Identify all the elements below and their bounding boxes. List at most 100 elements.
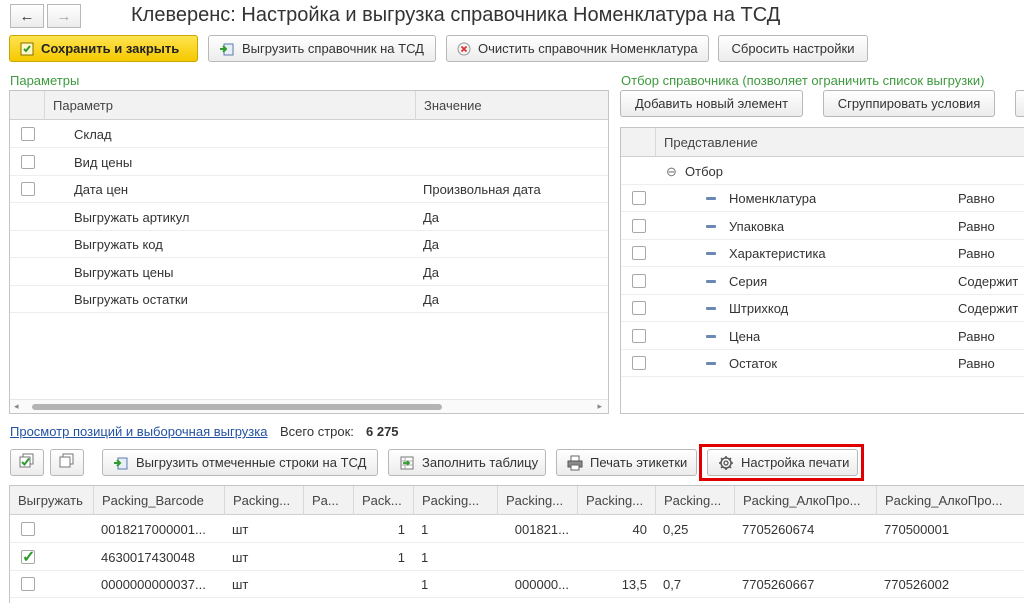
param-checkbox[interactable] (21, 154, 35, 169)
add-new-element-button[interactable]: Добавить новый элемент (620, 90, 803, 117)
table-cell: 7705260674 (742, 522, 815, 537)
filter-row[interactable]: Штрихкод Содержит (621, 295, 1024, 322)
filter-checkbox[interactable] (632, 356, 646, 370)
param-name: Вид цены (74, 154, 133, 170)
table-cell: 4630017430048 (101, 549, 195, 565)
param-value[interactable]: Да (423, 259, 439, 286)
preview-link[interactable]: Просмотр позиций и выборочная выгрузка (10, 424, 267, 439)
positions-header: Выгружать Packing_Barcode Packing... Pa... P… (10, 486, 1024, 515)
arrow-left-icon: ← (19, 7, 35, 25)
column-header[interactable]: Packing... (577, 486, 655, 515)
column-header[interactable]: Packing... (655, 486, 734, 515)
column-header[interactable]: Pack... (353, 486, 413, 515)
total-rows-value: 6 275 (366, 424, 399, 439)
group-conditions-button[interactable]: Сгруппировать условия (823, 90, 995, 117)
filter-checkbox[interactable] (632, 218, 646, 233)
filter-row[interactable]: Цена Равно (621, 323, 1024, 350)
column-header[interactable]: Pa... (303, 486, 353, 515)
param-name: Дата цен (74, 182, 129, 197)
param-checkbox[interactable] (21, 182, 35, 196)
table-cell: шт (232, 549, 249, 565)
horizontal-scrollbar[interactable]: ◂ ▸ (10, 399, 608, 413)
column-header[interactable]: Packing... (413, 486, 497, 515)
clear-reference-button[interactable]: Очистить справочник Номенклатура (446, 35, 709, 62)
collapse-icon[interactable]: ⊖ (666, 158, 677, 185)
filter-row[interactable]: Остаток Равно (621, 350, 1024, 377)
param-row[interactable]: Выгружать остатки Да (10, 286, 608, 313)
filter-checkbox[interactable] (632, 328, 646, 343)
param-row[interactable]: Вид цены (10, 149, 608, 176)
more-button[interactable] (1015, 90, 1024, 117)
export-checkbox[interactable] (21, 547, 35, 567)
filter-condition[interactable]: Равно (958, 350, 995, 377)
forward-button[interactable]: → (47, 4, 81, 28)
back-button[interactable]: ← (10, 4, 44, 28)
filter-row[interactable]: Серия Содержит (621, 268, 1024, 295)
export-icon (113, 455, 129, 471)
column-header[interactable]: Packing_АлкоПро... (734, 486, 876, 515)
filter-checkbox[interactable] (632, 301, 646, 315)
table-cell: 1 (421, 522, 429, 537)
scrollbar-thumb[interactable] (32, 404, 442, 410)
print-labels-button[interactable]: Печать этикетки (556, 449, 697, 476)
filter-header: Представление (621, 128, 1024, 157)
filter-row[interactable]: Упаковка Равно (621, 213, 1024, 240)
col-value-header[interactable]: Значение (415, 91, 608, 120)
param-row[interactable]: Выгружать цены Да (10, 259, 608, 286)
filter-condition[interactable]: Равно (958, 240, 995, 267)
filter-row[interactable]: Номенклатура Равно (621, 185, 1024, 212)
param-value[interactable]: Произвольная дата (423, 176, 541, 203)
reset-settings-button[interactable]: Сбросить настройки (718, 35, 868, 62)
table-row[interactable]: 4630017430048 шт 11 (10, 544, 1024, 571)
table-cell (884, 544, 1014, 571)
scroll-right-icon[interactable]: ▸ (597, 401, 602, 412)
param-row[interactable]: Склад (10, 121, 608, 148)
fill-table-button[interactable]: Заполнить таблицу (388, 449, 546, 476)
column-header[interactable]: Packing... (224, 486, 303, 515)
column-header[interactable]: Packing_АлкоПро... (876, 486, 1016, 515)
table-cell: 1 (421, 577, 429, 592)
export-checkbox[interactable] (21, 522, 35, 536)
column-header[interactable]: Packing_Barcode (93, 486, 224, 515)
col-representation-header[interactable]: Представление (655, 128, 1024, 157)
filter-checkbox[interactable] (632, 246, 646, 260)
table-row[interactable]: 0000000000037... шт 1 000000... 13,5 0,7 77052… (10, 571, 1024, 598)
column-header[interactable]: Packing... (497, 486, 577, 515)
table-cell: 13,5 (621, 577, 647, 592)
export-marked-button[interactable]: Выгрузить отмеченные строки на ТСД (102, 449, 378, 476)
filter-condition[interactable]: Равно (958, 323, 995, 350)
param-row[interactable]: Дата цен Произвольная дата (10, 176, 608, 203)
filter-condition[interactable]: Равно (958, 185, 995, 212)
export-checkbox[interactable] (21, 577, 35, 591)
filter-field: Цена (729, 328, 761, 344)
filter-checkbox[interactable] (632, 273, 646, 288)
save-and-close-button[interactable]: Сохранить и закрыть (9, 35, 198, 62)
filter-condition[interactable]: Содержит (958, 268, 1018, 295)
filter-condition[interactable]: Содержит (958, 295, 1018, 322)
filter-checkbox[interactable] (632, 191, 646, 205)
filter-field: Упаковка (729, 218, 785, 234)
uncheck-all-button[interactable] (50, 449, 84, 476)
filter-field: Остаток (729, 356, 778, 371)
param-checkbox[interactable] (21, 127, 35, 141)
col-param-header[interactable]: Параметр (44, 91, 416, 120)
filter-row[interactable]: Характеристика Равно (621, 240, 1024, 267)
export-reference-button[interactable]: Выгрузить справочник на ТСД (208, 35, 436, 62)
filter-group-row[interactable]: ⊖ Отбор (621, 158, 1024, 185)
column-header[interactable]: Выгружать (10, 486, 93, 515)
param-row[interactable]: Выгружать код Да (10, 231, 608, 258)
param-value[interactable]: Да (423, 231, 439, 258)
filter-table: Представление ⊖ Отбор Номенклатура Равно У… (620, 127, 1024, 414)
scroll-left-icon[interactable]: ◂ (14, 401, 19, 412)
param-row[interactable]: Выгружать артикул Да (10, 204, 608, 231)
param-value[interactable]: Да (423, 204, 439, 231)
table-row[interactable]: 0018217000001... шт 1 1 001821... 40 0,25 77052… (10, 516, 1024, 543)
table-cell (742, 544, 874, 571)
filter-label: Отбор справочника (позволяет ограничить … (621, 73, 985, 88)
filter-condition[interactable]: Равно (958, 213, 995, 240)
table-cell (663, 544, 732, 571)
table-cell: 1 (397, 549, 405, 565)
param-value[interactable]: Да (423, 286, 439, 313)
param-name: Выгружать код (74, 237, 163, 252)
check-all-button[interactable] (10, 449, 44, 476)
